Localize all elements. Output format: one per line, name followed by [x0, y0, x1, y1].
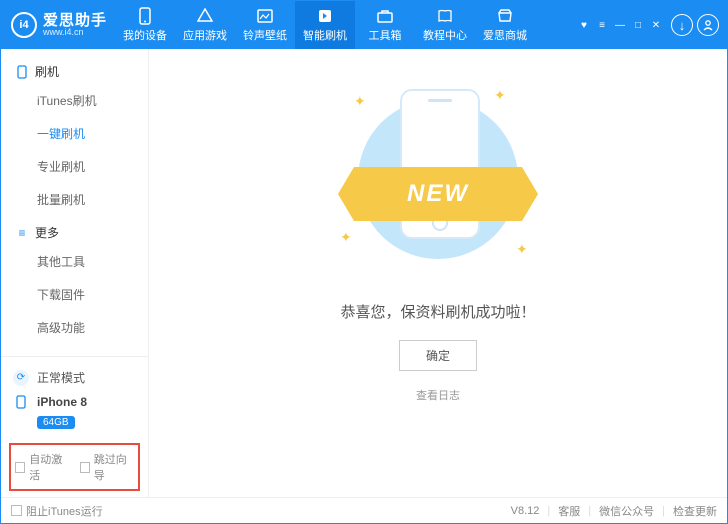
nav-label: 我的设备	[123, 27, 167, 43]
titlebar-right: ♥ ≡ ― □ ✕ ↓	[577, 14, 727, 36]
brand-subtitle: www.i4.cn	[43, 28, 107, 37]
storage-badge: 64GB	[37, 416, 75, 429]
success-illustration: NEW ✦ ✦ ✦ ✦	[328, 89, 548, 279]
body: 刷机 iTunes刷机 一键刷机 专业刷机 批量刷机 ≡ 更多 其他工具 下载固…	[1, 49, 727, 497]
logo-icon: i4	[11, 12, 37, 38]
sidebar-item-other[interactable]: 其他工具	[1, 245, 148, 278]
nav-label: 智能刷机	[303, 27, 347, 43]
nav-label: 爱思商城	[483, 27, 527, 43]
success-message: 恭喜您，保资料刷机成功啦！	[340, 301, 535, 322]
nav-label: 工具箱	[369, 27, 402, 43]
nav-ringtones[interactable]: 铃声壁纸	[235, 1, 295, 49]
options-icon[interactable]: ♥	[577, 20, 591, 31]
check-auto-activate[interactable]: 自动激活	[15, 451, 70, 483]
new-ribbon: NEW	[338, 167, 538, 221]
store-icon	[497, 7, 513, 25]
version-label: V8.12	[511, 505, 540, 517]
sidebar-item-itunes[interactable]: iTunes刷机	[1, 84, 148, 117]
brand-title: 爱思助手	[43, 13, 107, 28]
main-content: NEW ✦ ✦ ✦ ✦ 恭喜您，保资料刷机成功啦！ 确定 查看日志	[149, 49, 727, 497]
menu-icon[interactable]: ≡	[595, 20, 609, 31]
sidebar-item-advanced[interactable]: 高级功能	[1, 311, 148, 344]
sidebar-group-more: ≡ 更多	[1, 220, 148, 245]
sidebar-group-flash: 刷机	[1, 59, 148, 84]
sidebar-item-batch[interactable]: 批量刷机	[1, 183, 148, 216]
check-block-itunes[interactable]: 阻止iTunes运行	[11, 503, 103, 519]
window-controls: ♥ ≡ ― □ ✕	[577, 20, 663, 31]
nav-my-device[interactable]: 我的设备	[115, 1, 175, 49]
device-panel: ⟳ 正常模式 iPhone 8 64GB	[1, 356, 148, 437]
app-window: i4 爱思助手 www.i4.cn 我的设备 应用游戏 铃声壁纸 智能刷机	[0, 0, 728, 524]
sidebar-item-firmware[interactable]: 下载固件	[1, 278, 148, 311]
sidebar-item-oneclick[interactable]: 一键刷机	[1, 117, 148, 150]
group-label: 刷机	[35, 63, 59, 80]
nav-label: 铃声壁纸	[243, 27, 287, 43]
download-button[interactable]: ↓	[671, 14, 693, 36]
brand-logo: i4 爱思助手 www.i4.cn	[1, 12, 115, 38]
nav-toolbox[interactable]: 工具箱	[355, 1, 415, 49]
wallpaper-icon	[257, 7, 273, 25]
statusbar: 阻止iTunes运行 V8.12 | 客服 | 微信公众号 | 检查更新	[1, 497, 727, 523]
phone-icon	[138, 7, 152, 25]
book-icon	[437, 7, 453, 25]
view-log-link[interactable]: 查看日志	[416, 387, 460, 403]
titlebar: i4 爱思助手 www.i4.cn 我的设备 应用游戏 铃声壁纸 智能刷机	[1, 1, 727, 49]
sidebar: 刷机 iTunes刷机 一键刷机 专业刷机 批量刷机 ≡ 更多 其他工具 下载固…	[1, 49, 149, 497]
phone-icon	[15, 65, 29, 79]
phone-icon	[13, 394, 29, 410]
spark-icon: ✦	[340, 229, 352, 246]
spark-icon: ✦	[516, 241, 528, 258]
close-button[interactable]: ✕	[649, 20, 663, 31]
nav-apps[interactable]: 应用游戏	[175, 1, 235, 49]
account-button[interactable]	[697, 14, 719, 36]
toolbox-icon	[377, 7, 393, 25]
bottom-checks: 自动激活 跳过向导	[9, 443, 140, 491]
nav-store[interactable]: 爱思商城	[475, 1, 535, 49]
nav-label: 教程中心	[423, 27, 467, 43]
support-link[interactable]: 客服	[558, 503, 580, 519]
flash-icon	[317, 7, 333, 25]
refresh-icon: ⟳	[13, 370, 29, 386]
device-mode[interactable]: ⟳ 正常模式	[13, 365, 136, 390]
group-label: 更多	[35, 224, 59, 241]
nav-flash[interactable]: 智能刷机	[295, 1, 355, 49]
maximize-button[interactable]: □	[631, 20, 645, 31]
spark-icon: ✦	[494, 87, 506, 104]
update-link[interactable]: 检查更新	[673, 503, 717, 519]
ok-button[interactable]: 确定	[399, 340, 477, 371]
nav-label: 应用游戏	[183, 27, 227, 43]
device-name-row[interactable]: iPhone 8	[13, 390, 136, 414]
mode-label: 正常模式	[37, 369, 85, 386]
sidebar-item-pro[interactable]: 专业刷机	[1, 150, 148, 183]
check-skip-guide[interactable]: 跳过向导	[80, 451, 135, 483]
minimize-button[interactable]: ―	[613, 20, 627, 31]
more-icon: ≡	[15, 226, 29, 240]
top-nav: 我的设备 应用游戏 铃声壁纸 智能刷机 工具箱 教程中心	[115, 1, 535, 49]
apps-icon	[197, 7, 213, 25]
device-name: iPhone 8	[37, 395, 87, 409]
wechat-link[interactable]: 微信公众号	[599, 503, 654, 519]
spark-icon: ✦	[354, 93, 366, 110]
nav-tutorials[interactable]: 教程中心	[415, 1, 475, 49]
